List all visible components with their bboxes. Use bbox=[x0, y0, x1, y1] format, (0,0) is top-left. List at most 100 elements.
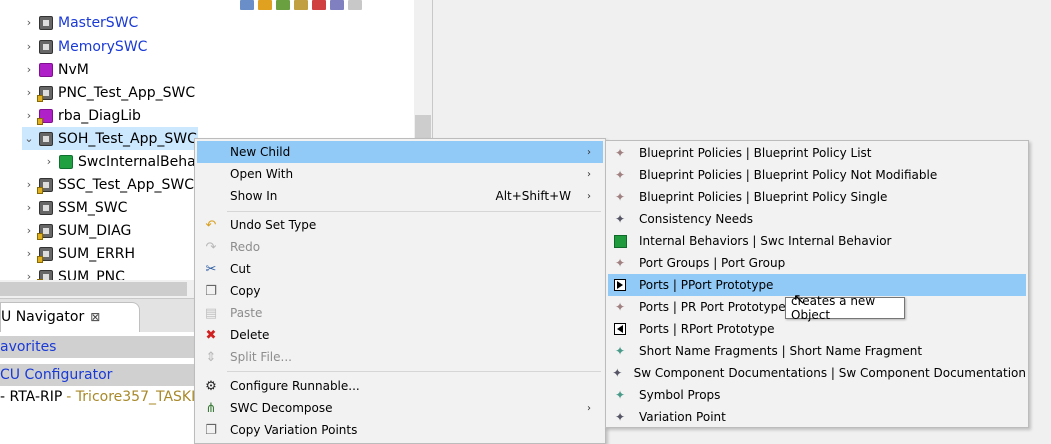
submenu-item-blueprint-policy-list[interactable]: ✦ Blueprint Policies | Blueprint Policy … bbox=[608, 142, 1026, 164]
star-icon: ✦ bbox=[614, 212, 626, 226]
submenu-item-consistency-needs[interactable]: ✦ Consistency Needs bbox=[608, 208, 1026, 230]
tree-item-label: rba_DiagLib bbox=[58, 107, 141, 124]
chevron-right-icon[interactable]: › bbox=[22, 16, 36, 29]
menu-item-split-file[interactable]: ⇕ Split File... bbox=[197, 346, 603, 368]
menu-item-label: New Child bbox=[230, 145, 291, 159]
grid-icon[interactable] bbox=[312, 0, 326, 10]
menu-item-configure-runnable[interactable]: ⚙ Configure Runnable... bbox=[197, 375, 603, 397]
swc-icon bbox=[37, 85, 53, 102]
nvm-module-icon bbox=[39, 62, 53, 77]
swc-icon bbox=[37, 223, 53, 240]
star-icon: ✦ bbox=[614, 256, 626, 270]
menu-item-undo-set-type[interactable]: ↶ Undo Set Type bbox=[197, 214, 603, 236]
chevron-right-icon[interactable]: › bbox=[22, 201, 36, 214]
menu-item-show-in[interactable]: Show In Alt+Shift+W › bbox=[197, 185, 603, 207]
tree-item-ssc-test-app-swc[interactable]: › SSC_Test_App_SWC bbox=[22, 173, 194, 196]
internal-behavior-icon bbox=[612, 233, 628, 249]
menu-item-label: Delete bbox=[230, 328, 270, 342]
menu-item-copy-variation-points[interactable]: ❐ Copy Variation Points bbox=[197, 419, 603, 441]
menu-item-redo[interactable]: ↷ Redo bbox=[197, 236, 603, 258]
menu-item-paste[interactable]: ▤ Paste bbox=[197, 302, 603, 324]
menu-item-accelerator: Alt+Shift+W bbox=[495, 189, 572, 203]
submenu-arrow-icon: › bbox=[587, 168, 591, 180]
star-icon: ✦ bbox=[614, 388, 626, 402]
tree-item-sum-errh[interactable]: › SUM_ERRH bbox=[22, 242, 135, 265]
view-menu-icon[interactable] bbox=[294, 0, 308, 10]
chevron-right-icon[interactable]: › bbox=[22, 178, 36, 191]
collapse-all-icon[interactable] bbox=[240, 0, 254, 10]
menu-item-label: Redo bbox=[230, 240, 261, 254]
font-icon[interactable] bbox=[348, 0, 362, 10]
menu-item-label: Undo Set Type bbox=[230, 218, 317, 232]
blank-icon bbox=[203, 188, 219, 204]
tree-item-rba-diaglib[interactable]: › rba_DiagLib bbox=[22, 104, 141, 127]
menu-item-open-with[interactable]: Open With › bbox=[197, 163, 603, 185]
chevron-right-icon[interactable]: › bbox=[22, 86, 36, 99]
tree-item-label: SSM_SWC bbox=[58, 199, 128, 216]
tree-item-label: NvM bbox=[58, 61, 89, 78]
chevron-right-icon[interactable]: › bbox=[42, 155, 56, 168]
chevron-right-icon[interactable]: › bbox=[22, 224, 36, 237]
paste-icon: ▤ bbox=[204, 305, 218, 321]
swc-icon bbox=[39, 131, 53, 146]
menu-item-cut[interactable]: ✂ Cut bbox=[197, 258, 603, 280]
submenu-item-short-name-fragment[interactable]: ✦ Short Name Fragments | Short Name Frag… bbox=[608, 340, 1026, 362]
submenu-item-label: Internal Behaviors | Swc Internal Behavi… bbox=[639, 234, 892, 248]
menu-item-label: Open With bbox=[230, 167, 294, 181]
chevron-right-icon[interactable]: › bbox=[22, 40, 36, 53]
filter-icon[interactable] bbox=[276, 0, 290, 10]
submenu-item-port-group[interactable]: ✦ Port Groups | Port Group bbox=[608, 252, 1026, 274]
submenu-item-pport-prototype[interactable]: Ports | PPort Prototype bbox=[608, 274, 1026, 296]
tab-navigator[interactable]: U Navigator ⊠ bbox=[0, 302, 140, 332]
lock-icon bbox=[37, 117, 43, 125]
rport-icon bbox=[612, 321, 628, 337]
navigator-row-suffix: - Tricore357_TASKIN bbox=[66, 389, 206, 405]
close-icon[interactable]: ⊠ bbox=[90, 310, 100, 324]
link-editor-icon[interactable] bbox=[258, 0, 272, 10]
chevron-down-icon[interactable]: ⌄ bbox=[22, 132, 36, 145]
chevron-right-icon[interactable]: › bbox=[22, 247, 36, 260]
copy-icon: ❐ bbox=[205, 283, 217, 299]
tree-item-memoryswc[interactable]: › MemorySWC bbox=[22, 35, 148, 58]
submenu-item-blueprint-policy-not-modifiable[interactable]: ✦ Blueprint Policies | Blueprint Policy … bbox=[608, 164, 1026, 186]
tree-item-soh-test-app-swc[interactable]: ⌄ SOH_Test_App_SWC bbox=[22, 127, 198, 150]
chevron-right-icon[interactable]: › bbox=[22, 63, 36, 76]
submenu-item-blueprint-policy-single[interactable]: ✦ Blueprint Policies | Blueprint Policy … bbox=[608, 186, 1026, 208]
submenu-item-symbol-props[interactable]: ✦ Symbol Props bbox=[608, 384, 1026, 406]
submenu-item-label: Blueprint Policies | Blueprint Policy Li… bbox=[639, 146, 872, 160]
lib-module-icon bbox=[37, 108, 53, 125]
mouse-cursor-icon: ↖ bbox=[793, 290, 806, 308]
tree-item-masterswc[interactable]: › MasterSWC bbox=[22, 11, 139, 34]
menu-item-copy[interactable]: ❐ Copy bbox=[197, 280, 603, 302]
submenu-item-variation-point[interactable]: ✦ Variation Point bbox=[608, 406, 1026, 428]
tree-toolbar bbox=[240, 0, 362, 10]
star-icon: ✦ bbox=[614, 168, 626, 182]
tree-item-label: SOH_Test_App_SWC bbox=[58, 130, 197, 147]
menu-item-delete[interactable]: ✖ Delete bbox=[197, 324, 603, 346]
menu-item-label: Configure Runnable... bbox=[230, 379, 360, 393]
menu-item-swc-decompose[interactable]: ⋔ SWC Decompose › bbox=[197, 397, 603, 419]
menu-item-new-child[interactable]: New Child › bbox=[197, 141, 603, 163]
tree-item-pnc-test-app-swc[interactable]: › PNC_Test_App_SWC bbox=[22, 81, 195, 104]
chevron-right-icon[interactable]: › bbox=[22, 109, 36, 122]
tree-item-ssm-swc[interactable]: › SSM_SWC bbox=[22, 196, 128, 219]
submenu-item-sw-component-documentation[interactable]: ✦ Sw Component Documentations | Sw Compo… bbox=[608, 362, 1026, 384]
star-icon: ✦ bbox=[614, 344, 626, 358]
navigator-favorites[interactable]: avorites bbox=[0, 336, 194, 358]
submenu-item-swc-internal-behavior[interactable]: Internal Behaviors | Swc Internal Behavi… bbox=[608, 230, 1026, 252]
tree-hscroll-thumb[interactable] bbox=[0, 282, 187, 296]
split-icon: ⇕ bbox=[205, 349, 217, 365]
navigator-rta-rip[interactable]: - RTA-RIP - Tricore357_TASKIN bbox=[0, 386, 206, 408]
navigator-ecu-configurator[interactable]: CU Configurator bbox=[0, 364, 194, 386]
lock-icon bbox=[37, 94, 43, 102]
submenu-item-label: Variation Point bbox=[639, 410, 726, 424]
tab-label: U Navigator bbox=[1, 309, 85, 325]
c-icon[interactable] bbox=[330, 0, 344, 10]
tree-item-sum-diag[interactable]: › SUM_DIAG bbox=[22, 219, 131, 242]
blank-icon bbox=[203, 144, 219, 160]
tree-item-nvm[interactable]: › NvM bbox=[22, 58, 89, 81]
menu-item-label: Copy Variation Points bbox=[230, 423, 358, 437]
lock-icon bbox=[37, 186, 43, 194]
submenu-arrow-icon: › bbox=[587, 190, 591, 202]
tree-item-label: SSC_Test_App_SWC bbox=[58, 176, 194, 193]
